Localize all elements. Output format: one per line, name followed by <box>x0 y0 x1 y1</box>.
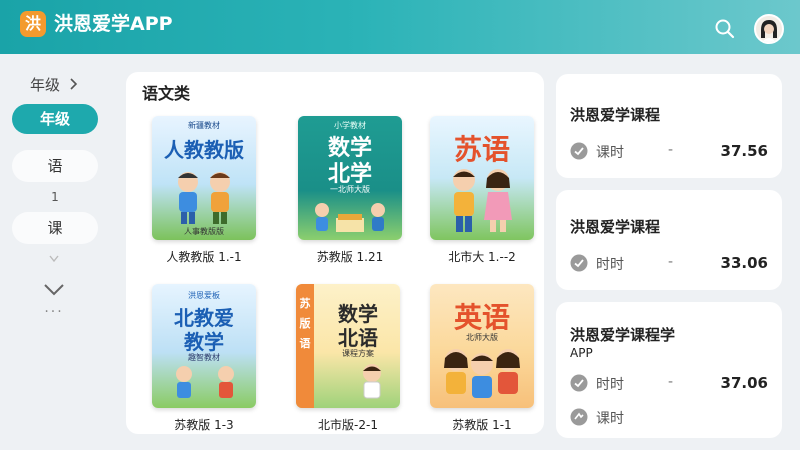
course-subtitle: APP <box>570 346 593 360</box>
cover-title: 苏语 <box>453 133 510 166</box>
row-dash: - <box>668 374 674 390</box>
section-title: 语文类 <box>142 84 191 103</box>
app-header: 洪 洪恩爱学APP <box>0 0 800 54</box>
cover-top-text: 洪恩爱板 <box>188 291 220 300</box>
book-card[interactable]: 小学教材 数学 北学 一北师大版 苏教版 1.21 <box>298 116 402 264</box>
book-cover: 小学教材 数学 北学 一北师大版 <box>298 116 402 240</box>
book-card[interactable]: 英语 北师大版 苏教版 1-1 <box>430 284 534 432</box>
row-label: 课时 <box>596 145 624 161</box>
row-value: 33.06 <box>720 254 768 272</box>
row-label: 时时 <box>596 377 624 393</box>
course-card[interactable]: 洪恩爱学课程 时时 - 33.06 <box>556 190 782 290</box>
book-card[interactable]: 苏版语 数学 北语 课程方案 北市版-2-1 <box>296 284 400 432</box>
book-label: 苏教版 1-1 <box>452 418 512 432</box>
sidebar-item-count: 1 <box>51 190 59 204</box>
search-icon[interactable] <box>714 18 736 40</box>
expand-chevron-icon[interactable] <box>40 280 68 300</box>
row-value: 37.06 <box>720 374 768 392</box>
check-circle-icon <box>570 254 588 272</box>
grade-button[interactable]: 年级 <box>12 104 98 134</box>
course-row: 课时 <box>570 406 768 428</box>
cover-top-text: 新疆教材 <box>188 121 220 130</box>
check-circle-icon <box>570 142 588 160</box>
course-row: 时时 - 33.06 <box>570 252 768 274</box>
cover-title: 人教教版 <box>164 138 244 162</box>
cover-bottom-text: 课程方案 <box>342 349 374 358</box>
book-label: 人教教版 1.-1 <box>166 250 242 264</box>
sidebar: 年级 年级 语 1 课 ··· <box>0 54 108 450</box>
cover-title: 英语 <box>453 301 510 334</box>
book-cover: 苏语 <box>430 116 534 240</box>
course-card[interactable]: 洪恩爱学课程 课时 - 37.56 <box>556 74 782 178</box>
row-dash: - <box>668 254 674 270</box>
book-cover: 洪恩爱板 北教爱 教学 趣智教材 <box>152 284 256 408</box>
row-label: 课时 <box>596 411 624 427</box>
course-title: 洪恩爱学课程学 <box>570 326 676 344</box>
course-title: 洪恩爱学课程 <box>570 218 661 236</box>
cover-bottom-text: 北师大版 <box>466 333 498 342</box>
row-label: 时时 <box>596 257 624 273</box>
course-row: 课时 - 37.56 <box>570 140 768 162</box>
book-cover: 苏版语 数学 北语 课程方案 <box>296 284 400 408</box>
course-title: 洪恩爱学课程 <box>570 106 661 124</box>
book-cover: 英语 北师大版 <box>430 284 534 408</box>
app-logo[interactable]: 洪 <box>20 11 46 37</box>
grade-heading[interactable]: 年级 <box>30 74 78 95</box>
row-value: 37.56 <box>720 142 768 160</box>
sidebar-item-chinese[interactable]: 语 <box>12 150 98 182</box>
book-cover: 新疆教材 人教教版 人事教版版 <box>152 116 256 240</box>
sidebar-item-lessons[interactable]: 课 <box>12 212 98 244</box>
row-dash: - <box>668 142 674 158</box>
cover-title-line2: 教学 <box>184 330 224 354</box>
grade-heading-label: 年级 <box>30 76 61 94</box>
more-dots-icon[interactable]: ··· <box>40 304 68 320</box>
course-card[interactable]: 洪恩爱学课程学 APP 时时 - 37.06 课时 <box>556 302 782 438</box>
book-card[interactable]: 苏语 北市大 1.--2 <box>430 116 534 264</box>
book-label: 苏教版 1.21 <box>316 250 384 264</box>
user-avatar[interactable] <box>754 14 784 44</box>
cover-bottom-text: 人事教版版 <box>184 227 224 236</box>
course-row: 时时 - 37.06 <box>570 372 768 394</box>
book-label: 北市版-2-1 <box>318 418 378 432</box>
cover-bottom-text: 一北师大版 <box>330 185 370 194</box>
check-circle-icon <box>570 374 588 392</box>
cover-title-line2: 北语 <box>338 326 378 350</box>
book-card[interactable]: 新疆教材 人教教版 人事教版版 人教教版 1.-1 <box>152 116 256 264</box>
textbook-section: 语文类 新疆教材 人教教版 人事教版版 人教教版 1.-1 小学教材 数学 北学… <box>126 72 544 434</box>
cover-bottom-text: 趣智教材 <box>188 353 220 362</box>
app-title: 洪恩爱学APP <box>54 13 173 35</box>
book-label: 苏教版 1-3 <box>174 418 234 432</box>
chevron-right-icon <box>69 76 78 94</box>
book-label: 北市大 1.--2 <box>448 250 516 264</box>
book-card[interactable]: 洪恩爱板 北教爱 教学 趣智教材 苏教版 1-3 <box>152 284 256 432</box>
chevron-down-icon[interactable] <box>40 252 68 272</box>
swap-circle-icon <box>570 408 588 426</box>
